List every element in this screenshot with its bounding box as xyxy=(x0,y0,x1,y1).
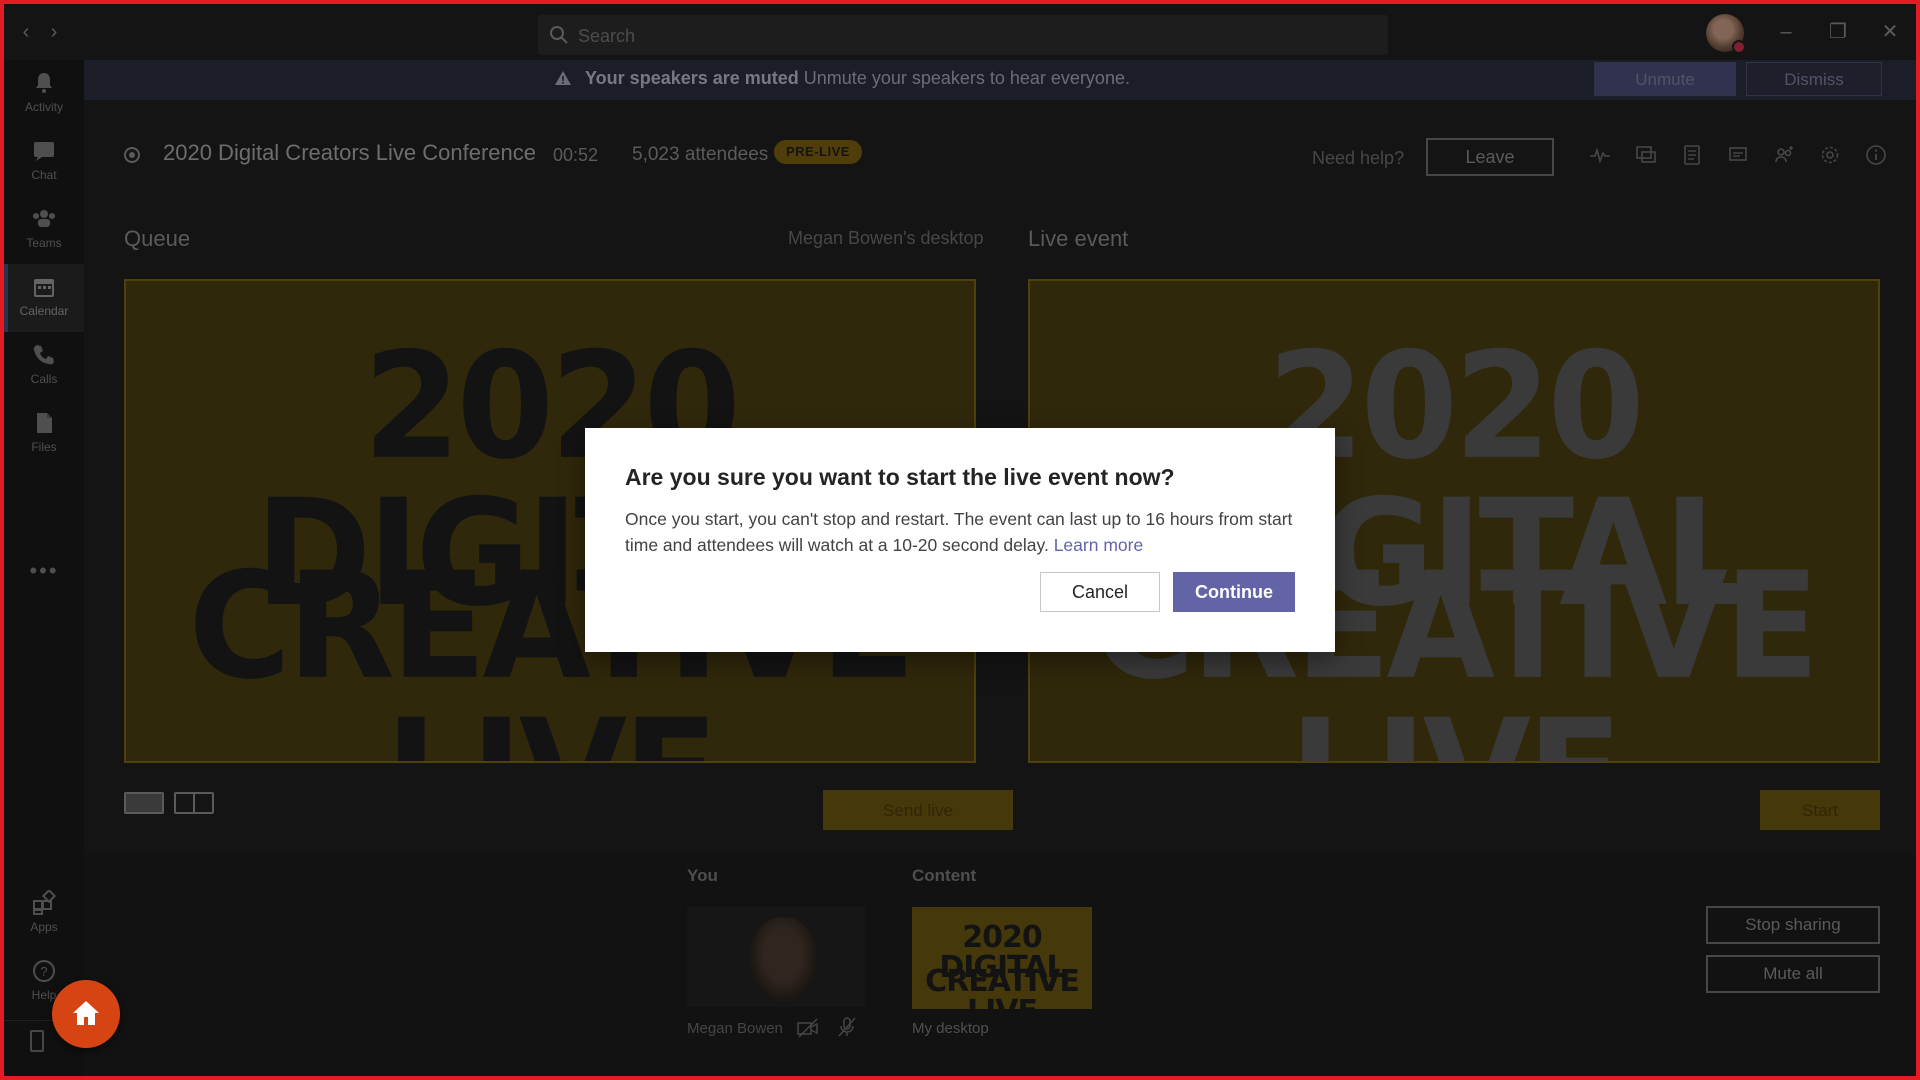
dialog-body-text: Once you start, you can't stop and resta… xyxy=(625,509,1293,555)
learn-more-link[interactable]: Learn more xyxy=(1054,535,1144,555)
dialog-body: Once you start, you can't stop and resta… xyxy=(625,506,1305,558)
continue-button[interactable]: Continue xyxy=(1173,572,1295,612)
cancel-button[interactable]: Cancel xyxy=(1040,572,1160,612)
home-icon xyxy=(73,1001,99,1025)
start-event-dialog: Are you sure you want to start the live … xyxy=(585,428,1335,652)
dialog-title: Are you sure you want to start the live … xyxy=(625,464,1175,490)
home-button[interactable] xyxy=(52,980,120,1048)
